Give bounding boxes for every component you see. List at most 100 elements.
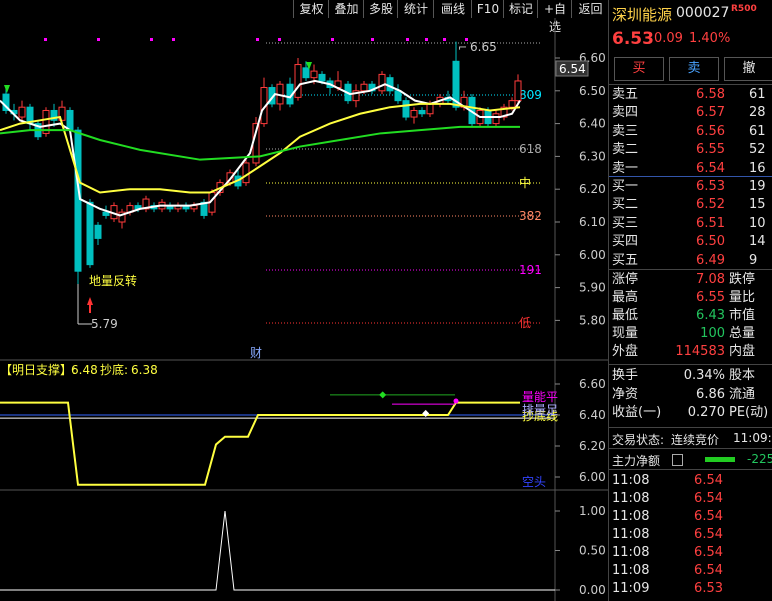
quote-row: 换手 0.34% 股本: [609, 367, 772, 385]
ask-price: 6.57: [696, 105, 725, 121]
signal-dot: [150, 38, 153, 41]
bid-price: 6.51: [696, 215, 725, 231]
y-tick-label: 6.60: [579, 377, 606, 391]
ask-row[interactable]: 卖四 6.57 28: [609, 104, 772, 122]
tick-time: 11:08: [612, 527, 650, 542]
signal-dot: [371, 38, 374, 41]
candle-body: [294, 64, 302, 98]
tick-time: 11:08: [612, 491, 650, 506]
bid-row[interactable]: 买五 6.49 9: [609, 252, 772, 270]
ask-row[interactable]: 卖三 6.56 61: [609, 123, 772, 141]
ask-row[interactable]: 卖一 6.54 16: [609, 160, 772, 178]
buy-button[interactable]: 买: [614, 57, 664, 81]
candle-body: [402, 100, 410, 118]
candle-body: [514, 80, 522, 102]
candle-body: [318, 73, 326, 82]
candle-body: [386, 77, 394, 92]
candle-body: [302, 67, 310, 79]
main-flow-bar: [705, 457, 735, 462]
tick-time: 11:08: [612, 545, 650, 560]
tick-price: 6.54: [694, 509, 723, 524]
candle-body: [410, 109, 418, 118]
list-icon[interactable]: [672, 454, 683, 466]
quote-label: 跌停: [729, 272, 756, 287]
quote-label: 换手: [612, 368, 639, 383]
sell-button[interactable]: 卖: [669, 57, 719, 81]
ask-row[interactable]: 卖二 6.55 52: [609, 141, 772, 159]
bid-row[interactable]: 买四 6.50 14: [609, 233, 772, 251]
ask-price: 6.58: [696, 87, 725, 102]
quote-value: 7.08: [696, 272, 725, 287]
indicator-title: 【明日支撑】:: [0, 362, 76, 377]
y-tick-label: 6.50: [579, 84, 606, 98]
quote-label: 最低: [612, 308, 639, 323]
quote-value: 0.270: [687, 405, 725, 420]
indicator-bottom-label: 抄底:: [100, 362, 128, 377]
quote-row: 外盘 114583 内盘: [609, 343, 772, 361]
cancel-button[interactable]: 撤: [724, 57, 772, 81]
y-tick-label: 6.10: [579, 215, 606, 229]
ask-volume: 16: [749, 160, 766, 176]
candle-body: [426, 103, 434, 115]
ask-label: 卖四: [612, 105, 639, 121]
bid-price: 6.52: [696, 197, 725, 213]
signal-dot: [453, 398, 459, 404]
tick-row: 11:08 6.54: [609, 562, 772, 580]
quote-label: 现量: [612, 326, 639, 341]
quote-label: 涨停: [612, 272, 639, 287]
high-pointer-icon: ⌐: [458, 41, 467, 54]
high-price-label: 6.65: [470, 40, 497, 54]
ask-price: 6.56: [696, 123, 725, 139]
ask-volume: 61: [749, 123, 766, 139]
kline-chart[interactable]: 6.60 6.50 6.40 6.30 6.20 6.10 6.00 5.90 5.80 6.54…: [0, 0, 608, 601]
bid-row[interactable]: 买三 6.51 10: [609, 215, 772, 233]
tick-time: 11:08: [612, 563, 650, 578]
level-label: 809: [519, 88, 542, 102]
tick-price: 6.54: [694, 491, 723, 506]
trade-status-time: 11:09:: [733, 431, 772, 445]
y-tick-label: 6.40: [579, 408, 606, 422]
quote-value: 6.55: [696, 290, 725, 305]
candle-body: [310, 70, 318, 79]
bid-row[interactable]: 买一 6.53 19: [609, 178, 772, 196]
level-label: 低: [519, 316, 531, 330]
quote-label: PE(动): [729, 405, 769, 420]
candle-body: [378, 73, 386, 92]
quote-row: 净资 6.86 流通: [609, 386, 772, 404]
candle-body: [94, 224, 102, 239]
price-change-pct: 1.40%: [689, 31, 731, 46]
last-price: 6.53: [612, 29, 654, 49]
signal-dot: [97, 38, 100, 41]
event-mark: 财: [250, 346, 262, 360]
y-tick-label: 6.00: [579, 248, 606, 262]
main-flow-label: 主力净额: [612, 454, 661, 468]
bid-price: 6.53: [696, 179, 725, 194]
signal-dot: [256, 38, 259, 41]
bid-label: 买四: [612, 234, 639, 250]
quote-row: 最低 6.43 市值: [609, 307, 772, 325]
quote-label: 股本: [729, 368, 756, 383]
candle-body: [508, 100, 516, 108]
y-tick-label: 1.00: [579, 504, 606, 518]
tick-price: 6.54: [694, 545, 723, 560]
main-flow-value: -225: [747, 452, 772, 466]
signal-diamond: [379, 391, 387, 399]
ask-row[interactable]: 卖五 6.58 61: [609, 86, 772, 104]
quote-value: 114583: [675, 344, 725, 359]
y-tick-label: 6.30: [579, 149, 606, 163]
bid-label: 买二: [612, 197, 639, 213]
quote-row: 现量 100 总量: [609, 325, 772, 343]
quote-label: 量比: [729, 290, 756, 305]
quote-label: 内盘: [729, 344, 756, 359]
bid-row[interactable]: 买二 6.52 15: [609, 196, 772, 214]
signal-dot: [278, 38, 281, 41]
candle-body: [394, 90, 402, 102]
bid-volume: 19: [749, 179, 766, 194]
tick-row: 11:08 6.54: [609, 526, 772, 544]
ask-label: 卖五: [612, 87, 639, 102]
quote-row: 收益(一) 0.270 PE(动): [609, 404, 772, 422]
down-arrow-icon: [4, 85, 10, 93]
quote-label: 净资: [612, 387, 639, 402]
tick-price: 6.53: [694, 581, 723, 596]
level-label: 中: [519, 175, 531, 190]
